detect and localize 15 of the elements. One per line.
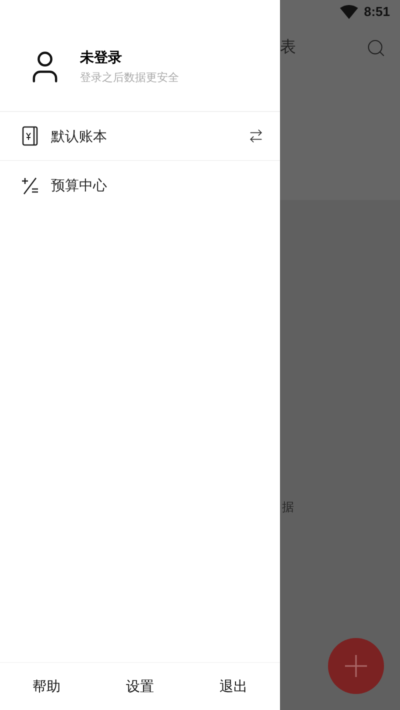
menu-item[interactable]: 预算中心 (0, 161, 280, 210)
calculator-icon (21, 176, 39, 194)
page-title: 表 (280, 38, 296, 58)
search-icon[interactable] (366, 38, 386, 58)
footer-button[interactable]: 帮助 (30, 676, 63, 697)
footer-button[interactable]: 设置 (124, 676, 156, 697)
ledger-icon (21, 126, 39, 146)
switch-icon[interactable] (248, 128, 264, 144)
plus-icon (345, 655, 367, 677)
login-hint: 登录之后数据更安全 (80, 70, 179, 86)
footer-button[interactable]: 退出 (217, 676, 250, 697)
user-name[interactable]: 未登录 (80, 46, 179, 68)
status-time: 8:51 (364, 3, 390, 22)
empty-text: 据 (282, 500, 294, 514)
wifi-icon (340, 5, 358, 19)
